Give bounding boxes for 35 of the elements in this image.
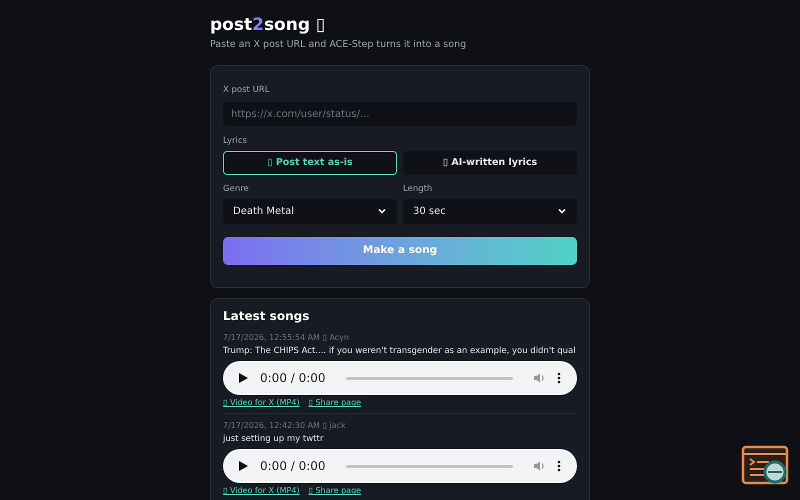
app-title: post2song ▯ [210, 14, 326, 36]
chevron-icon [377, 206, 387, 216]
playback-time: 0:00 / 0:00 [260, 370, 326, 388]
song-text: Trump: The CHIPS Act.... if you weren't transgender as an example, you didn't qual [223, 345, 576, 358]
song-link[interactable]: ▯ Share page [308, 486, 362, 496]
audio-player[interactable]: 0:00 / 0:00 [223, 449, 577, 484]
song-meta: 7/17/2026, 12:55:54 AM ▯ Acyn [223, 332, 350, 344]
volume-icon[interactable] [533, 460, 545, 472]
more-icon[interactable] [557, 460, 561, 472]
length-select[interactable]: 30 sec [403, 198, 577, 224]
song-text: just setting up my twttr [223, 433, 324, 446]
lyrics-label: Lyrics [223, 135, 248, 148]
song-link[interactable]: ▯ Video for X (MP4) [223, 398, 300, 408]
genre-label: Genre [223, 182, 250, 196]
code-inspector-icon[interactable] [741, 445, 791, 487]
lyrics-option[interactable]: ▯ AI-written lyrics [403, 150, 577, 175]
audio-player[interactable]: 0:00 / 0:00 [223, 361, 577, 396]
length-label: Length [403, 182, 434, 196]
subtitle: Paste an X post URL and ACE-Step turns it into a song [210, 38, 468, 52]
play-icon[interactable] [239, 461, 248, 472]
song-link[interactable]: ▯ Share page [308, 398, 362, 408]
lyrics-option[interactable]: ▯ Post text as-is [223, 150, 397, 175]
url-label: X post URL [223, 84, 270, 97]
volume-icon[interactable] [533, 372, 545, 384]
genre-select[interactable]: Death Metal [223, 198, 397, 224]
song-link[interactable]: ▯ Video for X (MP4) [223, 486, 300, 496]
playback-time: 0:00 / 0:00 [260, 458, 326, 476]
progress-track[interactable] [346, 376, 513, 380]
section-title: Latest songs [223, 308, 310, 326]
more-icon[interactable] [557, 372, 561, 384]
chevron-icon [557, 206, 567, 216]
url-field[interactable]: https://x.com/user/status/... [223, 102, 577, 126]
progress-track[interactable] [346, 464, 513, 468]
song-meta: 7/17/2026, 12:42:30 AM ▯ jack [223, 420, 347, 432]
play-icon[interactable] [239, 373, 248, 384]
